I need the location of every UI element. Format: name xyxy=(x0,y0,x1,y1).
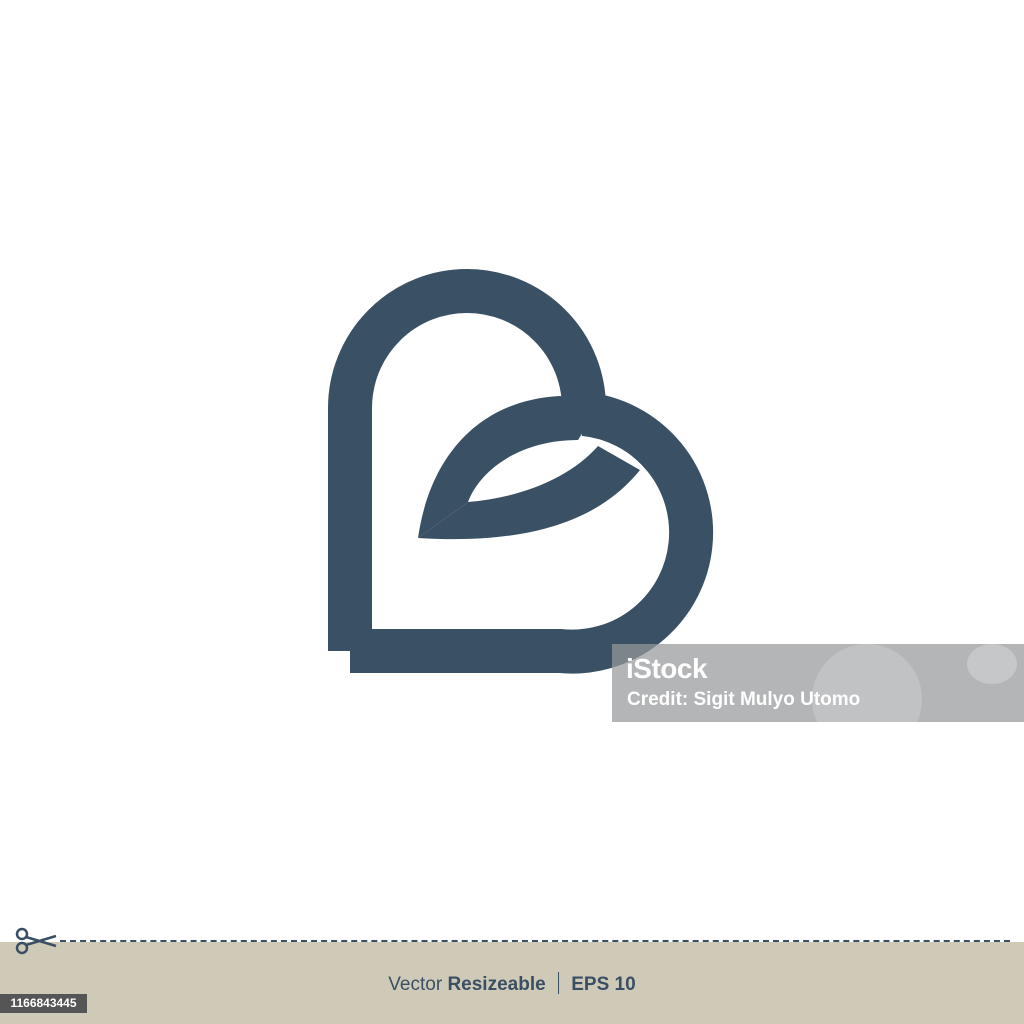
footer-caption: Vector Resizeable EPS 10 xyxy=(0,972,1024,996)
watermark-circle-decoration xyxy=(967,644,1017,684)
stock-image-canvas: iStock Credit: Sigit Mulyo Utomo Vector … xyxy=(0,0,1024,1024)
dashed-cut-line xyxy=(60,940,1010,942)
watermark-credit: Credit: Sigit Mulyo Utomo xyxy=(627,689,861,710)
footer-text-format: EPS 10 xyxy=(571,974,636,995)
footer-text-vector: Vector xyxy=(388,974,448,995)
scissors-icon xyxy=(15,927,57,955)
footer-separator xyxy=(557,972,559,994)
stock-id-badge: 1166843445 xyxy=(0,994,87,1013)
footer-text-resizeable: Resizeable xyxy=(447,974,546,995)
logo-outer-heart-stroke xyxy=(328,269,714,674)
heart-letter-b-leaf-logo xyxy=(328,269,714,674)
watermark-brand: iStock xyxy=(626,653,708,684)
watermark-banner: iStock Credit: Sigit Mulyo Utomo xyxy=(612,644,1024,722)
